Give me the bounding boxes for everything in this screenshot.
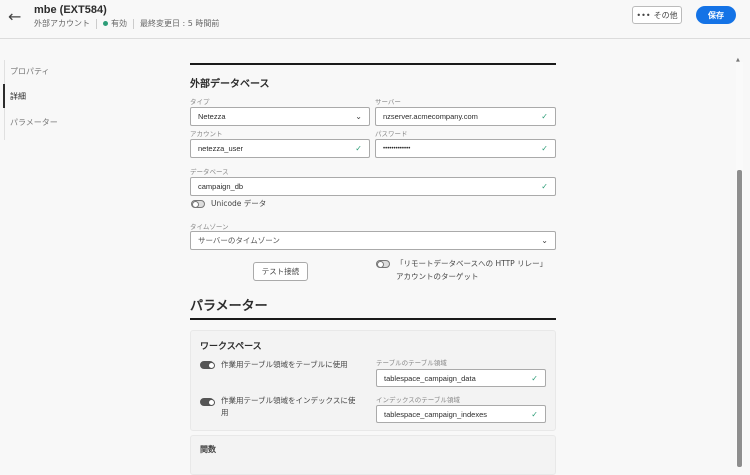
scrollbar-thumb[interactable] [737, 170, 742, 467]
index-tablespace-input[interactable]: tablespace_campaign_indexes ✓ [376, 405, 546, 423]
index-tablespace-toggle-label: 作業用テーブル領域をインデックスに使用 [221, 396, 356, 417]
test-connection-button[interactable]: テスト接続 [253, 262, 308, 281]
status-text: 有効 [111, 19, 127, 28]
page-title: mbe (EXT584) [34, 4, 107, 16]
back-arrow-icon[interactable]: ← [8, 7, 21, 26]
checkmark-icon: ✓ [531, 373, 538, 383]
checkmark-icon: ✓ [541, 182, 548, 191]
functions-card [190, 435, 556, 475]
type-select[interactable]: Netezza ⌄ [190, 107, 370, 126]
section-heading-external-db: 外部データベース [190, 79, 270, 90]
index-tablespace-label: インデックスのテーブル領域 [376, 396, 460, 404]
ellipsis-icon: ••• [636, 10, 651, 20]
password-input[interactable]: ••••••••••••• ✓ [375, 139, 556, 158]
password-value: ••••••••••••• [383, 145, 411, 152]
sidebar-item-properties[interactable]: プロパティ [10, 66, 50, 77]
sidebar-item-details[interactable]: 詳細 [10, 91, 26, 102]
table-tablespace-toggle-label: 作業用テーブル領域をテーブルに使用 [221, 360, 348, 369]
chevron-down-icon: ⌄ [541, 236, 548, 245]
divider [96, 18, 97, 29]
functions-heading: 関数 [200, 445, 216, 454]
divider [133, 18, 134, 29]
checkmark-icon: ✓ [355, 144, 362, 153]
status-dot-icon [103, 21, 108, 26]
workspace-heading: ワークスペース [200, 342, 262, 352]
last-modified: 最終変更日 : 5 時間前 [140, 19, 220, 28]
type-label: タイプ [190, 98, 210, 106]
table-tablespace-toggle[interactable] [200, 361, 215, 369]
checkmark-icon: ✓ [541, 112, 548, 121]
scroll-up-icon[interactable]: ▲ [736, 57, 740, 63]
account-label: アカウント [190, 130, 223, 138]
server-input[interactable]: nzserver.acmecompany.com ✓ [375, 107, 556, 126]
http-relay-toggle[interactable] [376, 260, 390, 268]
account-input[interactable]: netezza_user ✓ [190, 139, 370, 158]
checkmark-icon: ✓ [541, 144, 548, 153]
section-divider [190, 63, 556, 65]
unicode-toggle[interactable] [191, 200, 205, 208]
database-value: campaign_db [198, 182, 244, 191]
timezone-label: タイムゾーン [190, 223, 229, 231]
section-heading-parameters: パラメーター [190, 299, 268, 314]
sidebar-active-indicator [3, 84, 5, 108]
server-label: サーバー [375, 98, 401, 106]
unicode-label: Unicode データ [211, 199, 267, 208]
checkmark-icon: ✓ [531, 409, 538, 419]
more-button[interactable]: ••• その他 [632, 6, 682, 24]
header-meta: 外部アカウント 有効 最終変更日 : 5 時間前 [34, 18, 219, 29]
section-divider [190, 318, 556, 320]
database-input[interactable]: campaign_db ✓ [190, 177, 556, 196]
timezone-select[interactable]: サーバーのタイムゾーン ⌄ [190, 231, 556, 250]
save-button[interactable]: 保存 [696, 6, 736, 24]
sidebar-item-parameters[interactable]: パラメーター [10, 117, 58, 128]
http-relay-label: 「リモートデータベースへの HTTP リレー」アカウントのターゲット [396, 259, 544, 281]
table-tablespace-value: tablespace_campaign_data [384, 373, 476, 383]
table-tablespace-input[interactable]: tablespace_campaign_data ✓ [376, 369, 546, 387]
account-value: netezza_user [198, 144, 244, 153]
timezone-value: サーバーのタイムゾーン [198, 236, 280, 245]
more-label: その他 [653, 10, 678, 20]
chevron-down-icon: ⌄ [355, 112, 362, 121]
type-value: Netezza [198, 112, 226, 121]
account-type: 外部アカウント [34, 19, 90, 28]
status-badge: 有効 [103, 18, 127, 29]
index-tablespace-value: tablespace_campaign_indexes [384, 409, 487, 419]
password-label: パスワード [375, 130, 408, 138]
server-value: nzserver.acmecompany.com [383, 112, 478, 121]
index-tablespace-toggle[interactable] [200, 398, 215, 406]
table-tablespace-label: テーブルのテーブル領域 [376, 359, 447, 367]
database-label: データベース [190, 168, 229, 176]
